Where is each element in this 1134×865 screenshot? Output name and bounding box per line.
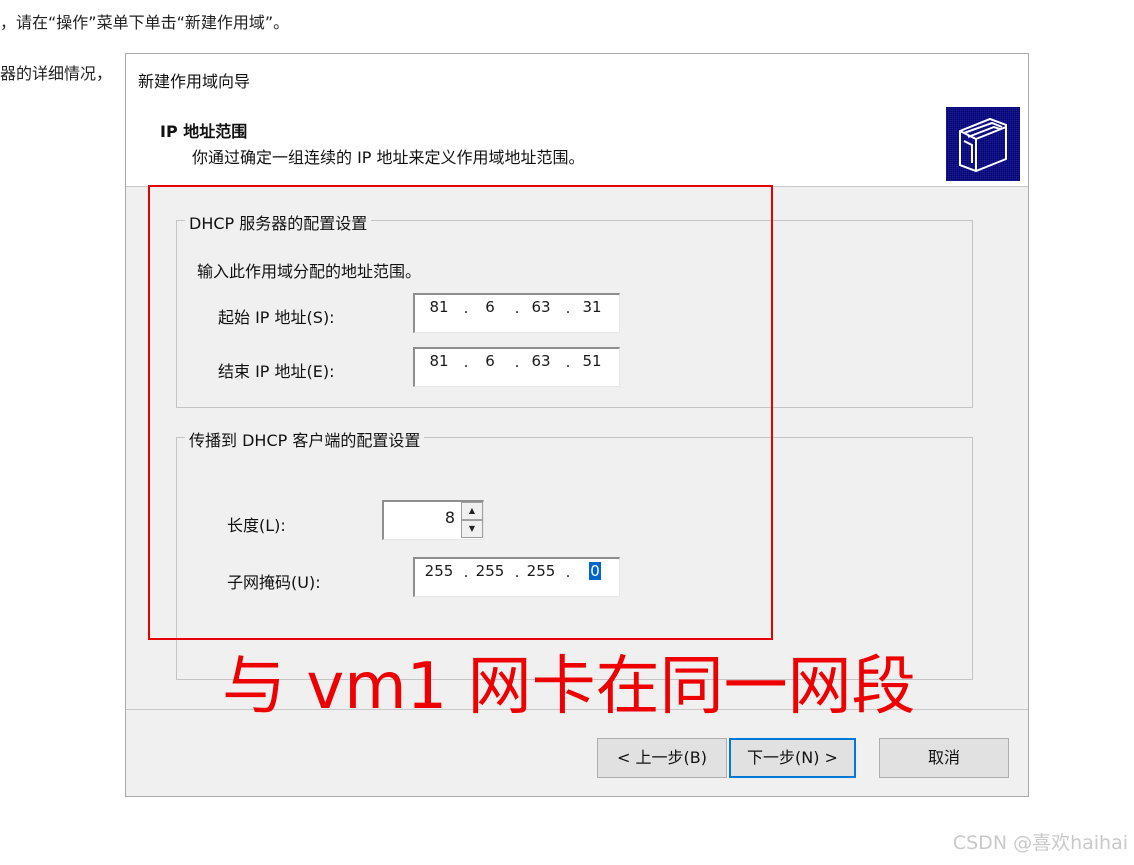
cancel-button[interactable]: 取消: [879, 738, 1009, 778]
folder-wizard-icon: [946, 107, 1020, 181]
watermark: CSDN @喜欢haihai: [952, 832, 1128, 854]
page: ，请在“操作”菜单下单击“新建作用域”。 器的详细情况， 新建作用域向导 IP …: [0, 0, 1134, 865]
background-text: 器的详细情况，: [0, 64, 113, 83]
annotation-text: 与 vm1 网卡在同一网段: [222, 650, 916, 724]
annotation-highlight-box: [148, 185, 773, 640]
background-instruction-text: ，请在“操作”菜单下单击“新建作用域”。: [0, 13, 290, 32]
section-subtitle: 你通过确定一组连续的 IP 地址来定义作用域地址范围。: [192, 148, 585, 167]
dialog-header: 新建作用域向导 IP 地址范围 你通过确定一组连续的 IP 地址来定义作用域地址…: [126, 54, 1028, 187]
next-button[interactable]: 下一步(N) >: [729, 738, 856, 778]
dialog-title: 新建作用域向导: [138, 72, 251, 91]
section-title: IP 地址范围: [160, 122, 248, 141]
back-button[interactable]: < 上一步(B): [597, 738, 727, 778]
